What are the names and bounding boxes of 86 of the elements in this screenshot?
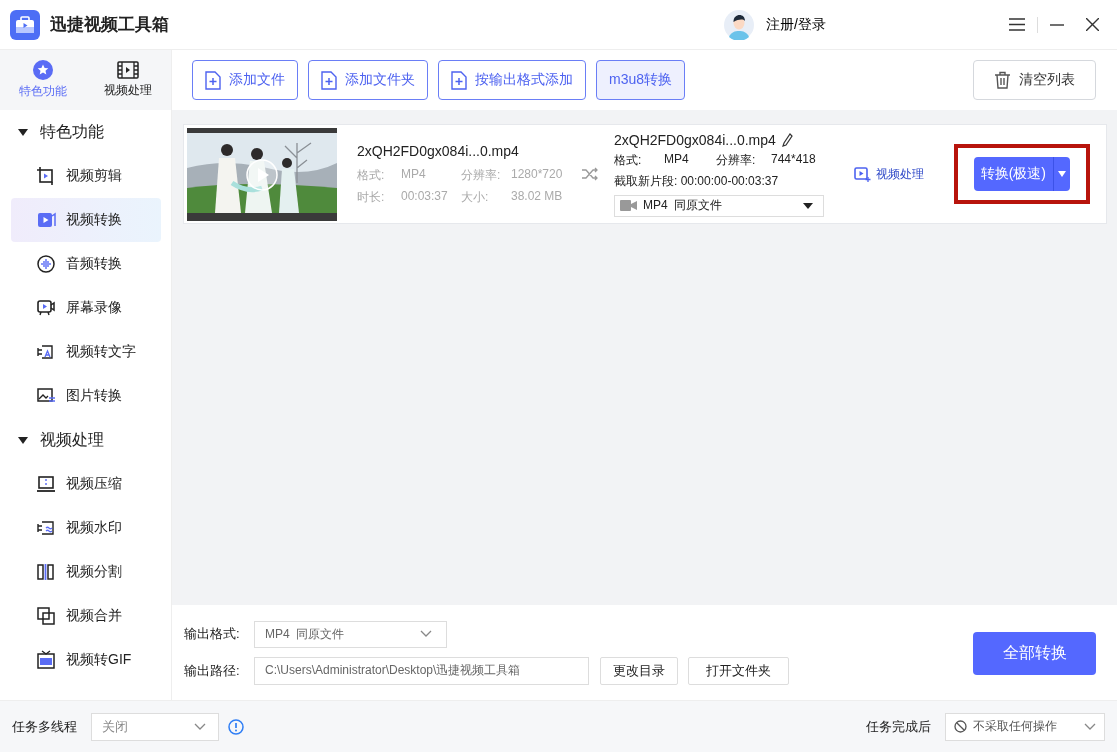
menu-icon — [1009, 18, 1025, 31]
crop-icon — [36, 166, 56, 186]
toolbar-button[interactable]: m3u8转换 — [596, 60, 686, 100]
add-file-icon — [205, 70, 221, 90]
expanded-triangle-icon — [18, 128, 28, 136]
login-link[interactable]: 注册/登录 — [766, 15, 826, 34]
minimize-icon — [1050, 23, 1064, 26]
add-file-icon — [321, 70, 337, 90]
open-folder-button[interactable]: 打开文件夹 — [688, 656, 789, 685]
audio-wave-icon — [36, 254, 56, 274]
multithread-dropdown[interactable]: 关闭 — [91, 712, 219, 741]
sidebar-item[interactable]: 音频转换 — [11, 242, 161, 286]
info-label: 格式: — [357, 166, 386, 184]
play-icon — [36, 210, 56, 230]
sidebar-tab[interactable]: 视频处理 — [85, 50, 171, 110]
convert-options-button[interactable] — [1053, 157, 1070, 191]
output-path-field[interactable]: C:\Users\Administrator\Desktop\迅捷视频工具箱 — [254, 656, 589, 685]
expanded-triangle-icon — [18, 436, 28, 444]
output-file-name: 2xQH2FD0gx084i...0.mp4 — [614, 131, 776, 148]
after-task-dropdown[interactable]: 不采取任何操作 — [945, 712, 1105, 741]
prohibited-icon — [954, 720, 967, 733]
info-value: MP4 — [664, 151, 690, 168]
sidebar-item[interactable]: 视频水印 — [11, 506, 161, 550]
sidebar-item[interactable]: 视频合并 — [11, 594, 161, 638]
info-value: MP4 — [401, 166, 427, 183]
video-plus-icon — [854, 166, 871, 182]
convert-button[interactable]: 转换(极速) — [973, 157, 1053, 191]
play-icon[interactable] — [246, 158, 278, 191]
toolbox-logo-icon — [10, 9, 40, 40]
sidebar-tab[interactable]: 特色功能 — [0, 50, 86, 110]
toolbar-button[interactable]: 添加文件夹 — [308, 60, 428, 100]
app-title: 迅捷视频工具箱 — [50, 14, 169, 36]
film-icon — [117, 61, 140, 79]
dropdown-triangle-icon — [1058, 171, 1066, 177]
output-format-dropdown[interactable]: MP4 同原文件 — [254, 620, 447, 648]
info-value: 38.02 MB — [511, 188, 564, 205]
sidebar-item[interactable]: 视频转换 — [11, 198, 161, 242]
clear-list-button[interactable]: 清空列表 — [973, 60, 1096, 100]
avatar-icon[interactable] — [724, 9, 755, 40]
info-icon[interactable] — [228, 718, 244, 735]
split-icon — [36, 562, 56, 582]
toolbar-button[interactable]: 按输出格式添加 — [438, 60, 586, 100]
merge-icon — [36, 606, 56, 626]
trash-icon — [994, 71, 1011, 89]
info-value: 1280*720 — [511, 166, 564, 183]
sidebar-item[interactable]: 视频转GIF — [11, 638, 161, 682]
video-process-link[interactable]: 视频处理 — [854, 165, 924, 183]
multithread-label: 任务多线程 — [12, 717, 77, 736]
close-icon — [1086, 18, 1099, 31]
field-label: 输出格式: — [184, 625, 241, 643]
clip-range: 截取新片段: 00:00:00-00:03:37 — [614, 172, 780, 190]
video-wave-icon — [36, 518, 56, 538]
laptop-icon — [36, 474, 56, 494]
sidebar-item[interactable]: 视频剪辑 — [11, 154, 161, 198]
pencil-icon[interactable] — [781, 132, 793, 147]
file-name: 2xQH2FD0gx084i...0.mp4 — [357, 142, 520, 159]
dropdown-triangle-icon — [803, 202, 813, 209]
field-label: 输出路径: — [184, 661, 241, 680]
video-camera-icon — [620, 200, 637, 211]
change-directory-button[interactable]: 更改目录 — [600, 656, 678, 685]
sidebar-group-header[interactable]: 视频处理 — [0, 418, 171, 462]
video-text-icon — [36, 342, 56, 362]
info-label: 分辨率: — [461, 166, 502, 184]
screen-recorder-icon — [36, 298, 56, 318]
gif-icon — [36, 650, 56, 670]
format-dropdown[interactable]: MP4 同原文件 — [614, 194, 824, 217]
info-label: 格式: — [614, 151, 643, 169]
sidebar-item[interactable]: 屏幕录像 — [11, 286, 161, 330]
info-label: 时长: — [357, 188, 386, 206]
info-label: 分辨率: — [716, 151, 757, 169]
shuffle-icon — [582, 167, 598, 181]
info-label: 大小: — [461, 188, 490, 206]
chevron-down-icon — [420, 630, 432, 638]
after-task-label: 任务完成后 — [866, 717, 931, 736]
sidebar-group-header[interactable]: 特色功能 — [0, 110, 171, 154]
sidebar-item[interactable]: 图片转换 — [11, 374, 161, 418]
info-value: 744*418 — [771, 151, 817, 168]
info-value: 00:03:37 — [401, 188, 449, 205]
convert-all-button[interactable]: 全部转换 — [973, 632, 1096, 675]
add-file-icon — [451, 70, 467, 90]
toolbar-button[interactable]: 添加文件 — [192, 60, 298, 100]
chevron-down-icon — [1084, 722, 1096, 731]
sidebar-item[interactable]: 视频分割 — [11, 550, 161, 594]
sidebar-item[interactable]: 视频转文字 — [11, 330, 161, 374]
chevron-down-icon — [194, 722, 206, 731]
sidebar-item[interactable]: 视频压缩 — [11, 462, 161, 506]
